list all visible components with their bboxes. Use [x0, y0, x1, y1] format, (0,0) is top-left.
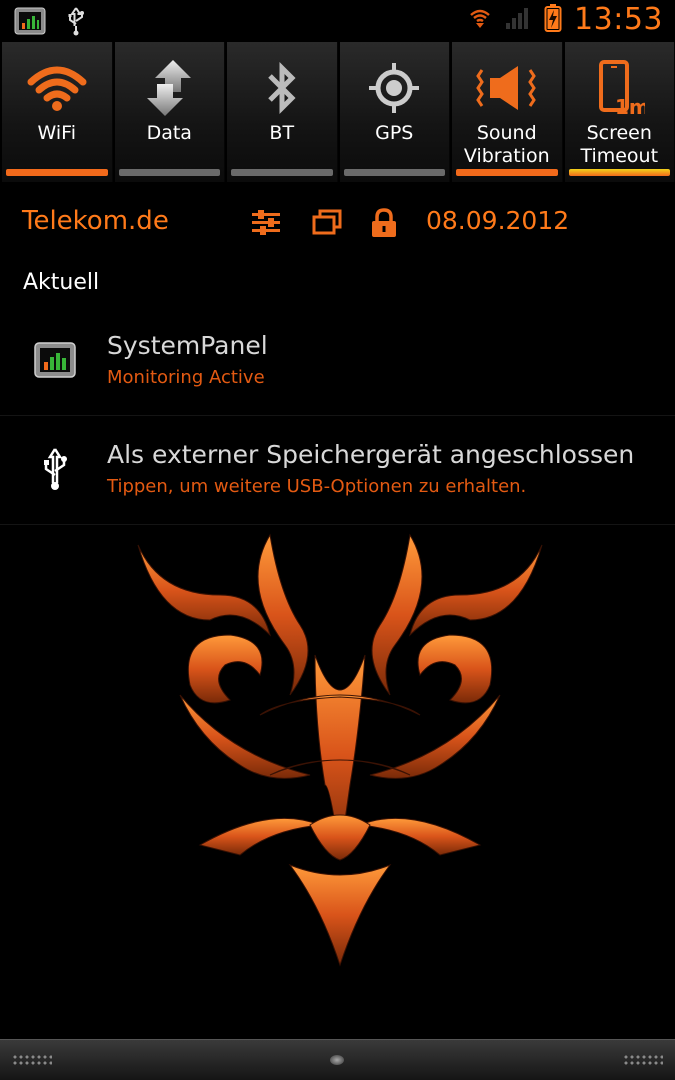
screen-timeout-toggle[interactable]: 1m Screen Timeout [564, 42, 675, 182]
carrier-name: Telekom.de [22, 206, 169, 236]
bluetooth-toggle[interactable]: BT [227, 42, 338, 182]
signal-icon [504, 5, 532, 35]
recent-apps-icon[interactable] [312, 208, 342, 240]
svg-text:1m: 1m [615, 95, 645, 118]
status-bar: 13:53 [0, 0, 675, 42]
wifi-toggle[interactable]: WiFi [2, 42, 113, 182]
section-title: Aktuell [23, 270, 100, 295]
notification-title: Als externer Speichergerät angeschlossen [107, 440, 635, 469]
notification-drag-handle[interactable] [0, 1039, 675, 1080]
carrier-row: Telekom.de 08.09.2012 [0, 196, 675, 252]
grip-dots-left [12, 1054, 52, 1066]
tribal-wallpaper-image [137, 533, 543, 967]
clock: 13:53 [574, 2, 663, 37]
gps-toggle[interactable]: GPS [339, 42, 450, 182]
date-label: 08.09.2012 [426, 206, 570, 235]
wifi-sync-icon [468, 6, 492, 34]
grip-dots-right [623, 1054, 663, 1066]
screen-timeout-label: Screen Timeout [580, 122, 659, 167]
wifi-icon [2, 56, 112, 120]
battery-charging-icon [544, 3, 562, 37]
sound-vibration-icon [452, 56, 562, 120]
data-label: Data [146, 122, 192, 144]
bluetooth-label: BT [269, 122, 295, 144]
data-state-bar [118, 169, 220, 176]
screen-timeout-icon: 1m [565, 56, 675, 120]
notification-usb[interactable]: Als externer Speichergerät angeschlossen… [0, 416, 675, 525]
screen-timeout-state-bar [568, 169, 670, 176]
sound-state-bar [456, 169, 558, 176]
gps-label: GPS [375, 122, 414, 144]
sound-vibration-toggle[interactable]: Sound Vibration [452, 42, 563, 182]
usb-icon [30, 444, 80, 494]
systempanel-icon [14, 7, 46, 39]
systempanel-icon [30, 335, 80, 385]
sound-vibration-label: Sound Vibration [463, 122, 550, 167]
handle-knob [330, 1055, 344, 1065]
notification-systempanel[interactable]: SystemPanel Monitoring Active [0, 307, 675, 416]
usb-icon [66, 6, 86, 40]
quick-settings-panel: WiFi Data BT GPS Sound Vibration 1m Scre… [0, 42, 675, 182]
wifi-state-bar [6, 169, 108, 176]
notification-subtitle: Monitoring Active [107, 367, 265, 388]
notification-title: SystemPanel [107, 331, 268, 360]
bluetooth-icon [227, 56, 337, 120]
data-icon [115, 56, 225, 120]
gps-icon [340, 56, 450, 120]
lock-icon[interactable] [370, 208, 398, 242]
notification-subtitle: Tippen, um weitere USB-Optionen zu erhal… [107, 476, 527, 497]
data-toggle[interactable]: Data [114, 42, 225, 182]
gps-state-bar [343, 169, 445, 176]
wifi-label: WiFi [37, 122, 76, 144]
settings-sliders-icon[interactable] [250, 208, 282, 240]
bluetooth-state-bar [231, 169, 333, 176]
